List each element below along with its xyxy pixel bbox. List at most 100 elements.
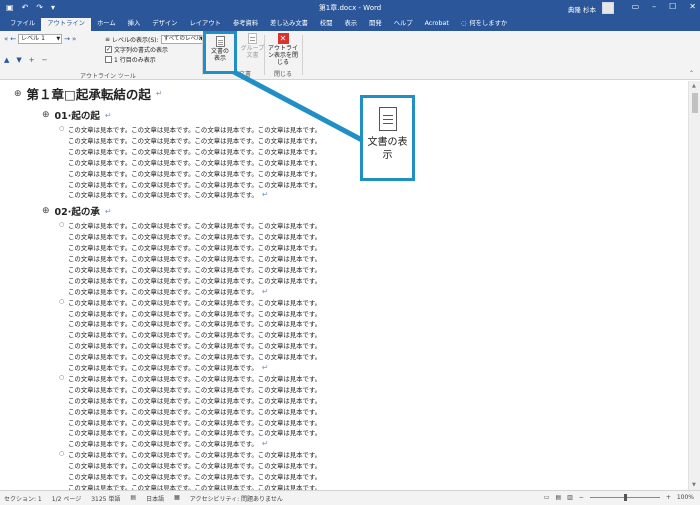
body-text-line[interactable]: ○ この文章は見本です。この文章は見本です。この文章は見本です。この文章は見本です… bbox=[59, 450, 321, 459]
body-text-line[interactable]: この文章は見本です。この文章は見本です。この文章は見本です。この文章は見本です。 bbox=[59, 418, 321, 427]
body-text-line[interactable]: ○ この文章は見本です。この文章は見本です。この文章は見本です。この文章は見本です… bbox=[59, 298, 321, 307]
body-text-line[interactable]: この文章は見本です。この文章は見本です。この文章は見本です。この文章は見本です。 bbox=[59, 243, 321, 252]
read-mode-icon[interactable]: ▭ bbox=[544, 494, 550, 501]
body-text-line[interactable]: ○ この文章は見本です。この文章は見本です。この文章は見本です。この文章は見本です… bbox=[59, 125, 321, 134]
tell-me-search[interactable]: ◌ 何をしますか bbox=[455, 18, 513, 31]
body-text-line[interactable]: ○ この文章は見本です。この文章は見本です。この文章は見本です。この文章は見本です… bbox=[59, 374, 321, 383]
promote-to-heading1-icon[interactable]: « bbox=[4, 35, 8, 43]
body-text-line[interactable]: この文章は見本です。この文章は見本です。この文章は見本です。この文章は見本です。 bbox=[59, 276, 321, 285]
heading2[interactable]: ⊕ 02·起の承 ↵ bbox=[42, 204, 112, 218]
accessibility-status[interactable]: アクセシビリティ: 問題ありません bbox=[190, 494, 283, 503]
body-text-line[interactable]: この文章は見本です。この文章は見本です。この文章は見本です。 ↵ bbox=[59, 287, 269, 296]
tab-help[interactable]: ヘルプ bbox=[388, 18, 419, 31]
move-down-icon[interactable]: ▼ bbox=[16, 56, 21, 64]
paragraph-mark: ↵ bbox=[155, 89, 163, 98]
promote-icon[interactable]: ← bbox=[10, 35, 16, 43]
tab-design[interactable]: デザイン bbox=[146, 18, 183, 31]
body-text-line[interactable]: この文章は見本です。この文章は見本です。この文章は見本です。この文章は見本です。 bbox=[59, 232, 321, 241]
body-text-line[interactable]: この文章は見本です。この文章は見本です。この文章は見本です。この文章は見本です。 bbox=[59, 352, 321, 361]
zoom-in-icon[interactable]: + bbox=[666, 494, 671, 501]
section-indicator[interactable]: セクション: 1 bbox=[4, 494, 42, 503]
tab-acrobat[interactable]: Acrobat bbox=[419, 18, 455, 31]
language-indicator[interactable]: 日本語 bbox=[146, 494, 164, 503]
maximize-icon[interactable]: ☐ bbox=[669, 2, 676, 11]
tab-view[interactable]: 表示 bbox=[339, 18, 364, 31]
body-text-line[interactable]: この文章は見本です。この文章は見本です。この文章は見本です。この文章は見本です。 bbox=[59, 461, 321, 470]
tab-developer[interactable]: 開発 bbox=[363, 18, 388, 31]
user-name[interactable]: 典隆 杉本 bbox=[568, 4, 596, 14]
heading1[interactable]: ⊕ 第１章□起承転結の起 ↵ bbox=[14, 84, 163, 103]
zoom-slider[interactable] bbox=[589, 494, 660, 501]
tab-review[interactable]: 校閲 bbox=[314, 18, 339, 31]
body-text-line[interactable]: この文章は見本です。この文章は見本です。この文章は見本です。この文章は見本です。 bbox=[59, 265, 321, 274]
expand-icon[interactable]: + bbox=[29, 56, 35, 64]
close-icon[interactable]: ✕ bbox=[689, 2, 696, 11]
body-text-line[interactable]: この文章は見本です。この文章は見本です。この文章は見本です。この文章は見本です。 bbox=[59, 341, 321, 350]
body-text-line[interactable]: この文章は見本です。この文章は見本です。この文章は見本です。この文章は見本です。 bbox=[59, 254, 321, 263]
body-text-line[interactable]: この文章は見本です。この文章は見本です。この文章は見本です。この文章は見本です。 bbox=[59, 158, 321, 167]
checkbox-checked[interactable]: ✓ bbox=[105, 45, 112, 53]
body-text-line[interactable]: この文章は見本です。この文章は見本です。この文章は見本です。この文章は見本です。 bbox=[59, 385, 321, 394]
expand-heading-icon[interactable]: ⊕ bbox=[42, 206, 50, 216]
body-text-line[interactable]: この文章は見本です。この文章は見本です。この文章は見本です。この文章は見本です。 bbox=[59, 330, 321, 339]
macro-icon[interactable]: ▦ bbox=[174, 494, 180, 503]
scroll-thumb[interactable] bbox=[692, 93, 698, 113]
ribbon-display-icon[interactable]: ▭ bbox=[632, 2, 640, 11]
close-outline-button[interactable]: ✕ アウトライン表示を閉じる bbox=[266, 33, 300, 66]
avatar[interactable] bbox=[602, 2, 614, 14]
body-text-line[interactable]: この文章は見本です。この文章は見本です。この文章は見本です。 ↵ bbox=[59, 190, 269, 199]
subdocument-icon bbox=[248, 33, 257, 44]
scroll-down-icon[interactable]: ▼ bbox=[692, 482, 696, 488]
expand-heading-icon[interactable]: ⊕ bbox=[42, 110, 50, 120]
checkbox-unchecked[interactable] bbox=[105, 55, 112, 63]
demote-to-body-icon[interactable]: » bbox=[72, 35, 76, 43]
tab-file[interactable]: ファイル bbox=[4, 18, 41, 31]
page-indicator[interactable]: 1/2 ページ bbox=[52, 494, 81, 503]
tab-layout[interactable]: レイアウト bbox=[183, 18, 226, 31]
body-text-line[interactable]: この文章は見本です。この文章は見本です。この文章は見本です。この文章は見本です。 bbox=[59, 309, 321, 318]
tab-mailings[interactable]: 差し込み文書 bbox=[264, 18, 314, 31]
body-text-line[interactable]: この文章は見本です。この文章は見本です。この文章は見本です。 ↵ bbox=[59, 363, 269, 372]
zoom-out-icon[interactable]: − bbox=[579, 494, 584, 501]
body-text-line[interactable]: この文章は見本です。この文章は見本です。この文章は見本です。この文章は見本です。 bbox=[59, 147, 321, 156]
outline-level-select[interactable]: レベル 1 ▼ bbox=[18, 34, 63, 44]
body-text-line[interactable]: この文章は見本です。この文章は見本です。この文章は見本です。この文章は見本です。 bbox=[59, 169, 321, 178]
body-text-line[interactable]: この文章は見本です。この文章は見本です。この文章は見本です。この文章は見本です。 bbox=[59, 319, 321, 328]
subdocument-button[interactable]: グループ文書 bbox=[240, 33, 265, 59]
tab-home[interactable]: ホーム bbox=[91, 18, 122, 31]
show-document-button[interactable]: 文書の表示 bbox=[203, 31, 237, 74]
body-text-line[interactable]: この文章は見本です。この文章は見本です。この文章は見本です。この文章は見本です。 bbox=[59, 407, 321, 416]
show-first-line-checkbox[interactable]: 1 行目のみ表示 bbox=[105, 54, 206, 64]
move-up-icon[interactable]: ▲ bbox=[4, 56, 9, 64]
proofing-icon[interactable]: ▤ bbox=[130, 494, 136, 503]
show-level-select[interactable]: すべてのレベル ▼ bbox=[160, 34, 206, 44]
tab-insert[interactable]: 挿入 bbox=[122, 18, 147, 31]
word-count[interactable]: 3125 単語 bbox=[91, 494, 120, 503]
print-layout-icon[interactable]: ▤ bbox=[555, 494, 561, 501]
body-text-line[interactable]: この文章は見本です。この文章は見本です。この文章は見本です。この文章は見本です。 bbox=[59, 396, 321, 405]
zoom-slider-thumb[interactable] bbox=[623, 494, 627, 501]
body-text-line[interactable]: この文章は見本です。この文章は見本です。この文章は見本です。この文章は見本です。 bbox=[59, 428, 321, 437]
body-text-line[interactable]: この文章は見本です。この文章は見本です。この文章は見本です。この文章は見本です。 bbox=[59, 180, 321, 189]
collapse-icon[interactable]: − bbox=[42, 56, 48, 64]
body-text-line[interactable]: この文章は見本です。この文章は見本です。この文章は見本です。この文章は見本です。 bbox=[59, 136, 321, 145]
heading2[interactable]: ⊕ 01·起の起 ↵ bbox=[42, 108, 112, 122]
vertical-scrollbar[interactable]: ▲ ▼ bbox=[688, 81, 700, 490]
collapse-ribbon-icon[interactable]: ⌃ bbox=[689, 70, 694, 77]
body-text-line[interactable]: ○ この文章は見本です。この文章は見本です。この文章は見本です。この文章は見本です… bbox=[59, 221, 321, 230]
demote-icon[interactable]: → bbox=[64, 35, 70, 43]
expand-heading-icon[interactable]: ⊕ bbox=[14, 89, 22, 99]
scroll-up-icon[interactable]: ▲ bbox=[692, 83, 696, 89]
zoom-level[interactable]: 100% bbox=[677, 494, 694, 501]
minimize-icon[interactable]: – bbox=[652, 2, 656, 11]
web-layout-icon[interactable]: ▥ bbox=[567, 494, 573, 501]
tab-references[interactable]: 参考資料 bbox=[227, 18, 264, 31]
document-area[interactable]: ⊕ 第１章□起承転結の起 ↵ ⊕ 01·起の起 ↵ ○ この文章は見本です。この文章は見… bbox=[0, 81, 688, 490]
body-text-line[interactable]: この文章は見本です。この文章は見本です。この文章は見本です。この文章は見本です。 bbox=[59, 472, 321, 481]
show-formatting-checkbox[interactable]: ✓ 文字列の書式の表示 bbox=[105, 44, 206, 54]
body-text-line[interactable]: この文章は見本です。この文章は見本です。この文章は見本です。 ↵ bbox=[59, 439, 269, 448]
tab-outline[interactable]: アウトライン bbox=[41, 18, 91, 31]
body-text-line[interactable]: この文章は見本です。この文章は見本です。この文章は見本です。この文章は見本です。 bbox=[59, 483, 321, 490]
